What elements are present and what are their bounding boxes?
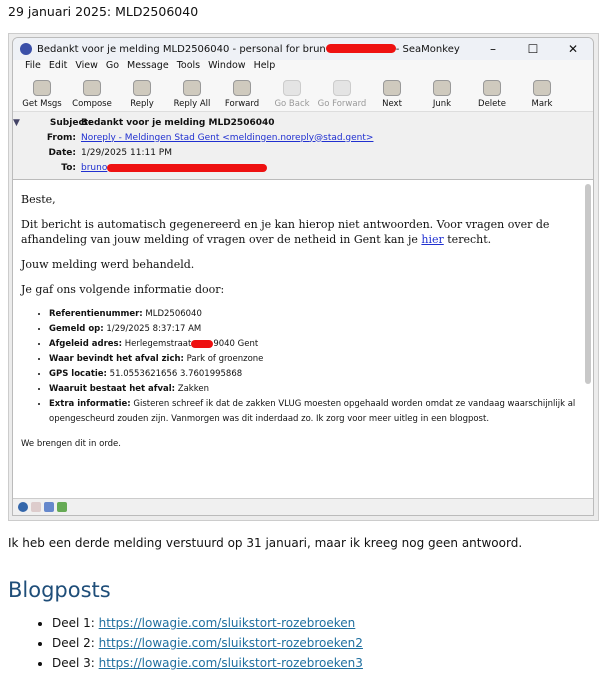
close-button[interactable]: ✕ — [553, 42, 593, 56]
mail-icon[interactable] — [31, 502, 41, 512]
navigator-icon[interactable] — [18, 502, 28, 512]
info-item: GPS locatie: 51.0553621656 3.7601995868 — [49, 367, 585, 382]
menu-tools[interactable]: Tools — [177, 60, 200, 75]
toolbar-reply-button[interactable]: Reply — [117, 80, 167, 111]
menu-help[interactable]: Help — [254, 60, 276, 75]
info-list: Referentienummer: MLD2506040Gemeld op: 1… — [49, 307, 585, 427]
toolbar: Get Msgs Compose Reply Reply All Forward Go B… — [13, 75, 593, 112]
info-item: Waar bevindt het afval zich: Park of gro… — [49, 352, 585, 367]
seamonkey-icon — [20, 43, 32, 55]
info-item: Afgeleid adres: Herlegemstraat9040 Gent — [49, 337, 585, 352]
toolbar-mark-button[interactable]: Mark — [517, 80, 567, 111]
menu-view[interactable]: View — [75, 60, 98, 75]
followup-text: Ik heb een derde melding verstuurd op 31… — [8, 536, 523, 550]
from-label: From: — [46, 132, 76, 143]
toolbar-junk-button[interactable]: Junk — [417, 80, 467, 111]
subject-label: ▼ Subject: — [13, 117, 92, 128]
from-link[interactable]: Noreply - Meldingen Stad Gent <meldingen… — [81, 133, 373, 143]
reply-icon — [133, 80, 151, 96]
forward-icon — [233, 80, 251, 96]
menu-edit[interactable]: Edit — [49, 60, 67, 75]
blogpost-item: Deel 1: https://lowagie.com/sluikstort-r… — [52, 613, 363, 633]
seamonkey-window: Bedankt voor je melding MLD2506040 - per… — [12, 37, 594, 516]
compose-icon — [83, 80, 101, 96]
message-body: Beste, Dit bericht is automatisch gegene… — [13, 180, 593, 498]
to-link[interactable]: bruno — [81, 163, 107, 173]
reply-all-icon — [183, 80, 201, 96]
toolbar-forward-button[interactable]: Forward — [217, 80, 267, 111]
redaction — [191, 339, 214, 348]
page-heading: 29 januari 2025: MLD2506040 — [8, 4, 199, 19]
addressbook-icon[interactable] — [57, 502, 67, 512]
hier-link[interactable]: hier — [421, 233, 443, 246]
menu-go[interactable]: Go — [106, 60, 119, 75]
date-label: Date: — [48, 147, 76, 158]
blogposts-heading: Blogposts — [8, 578, 111, 602]
menu-bar: File Edit View Go Message Tools Window H… — [13, 60, 593, 75]
blogpost-item: Deel 3: https://lowagie.com/sluikstort-r… — [52, 653, 363, 673]
blogpost-link[interactable]: https://lowagie.com/sluikstort-rozebroek… — [99, 636, 363, 650]
closing: We brengen dit in orde. — [21, 439, 121, 449]
status-paragraph: Jouw melding werd behandeld. — [21, 258, 195, 271]
get-msgs-icon — [33, 80, 51, 96]
info-item: Waaruit bestaat het afval: Zakken — [49, 382, 585, 397]
title-bar: Bedankt voor je melding MLD2506040 - per… — [13, 38, 593, 60]
status-bar — [13, 498, 593, 515]
menu-window[interactable]: Window — [208, 60, 245, 75]
toolbar-get-msgs-button[interactable]: Get Msgs — [17, 80, 67, 111]
redaction — [107, 163, 268, 172]
maximize-button[interactable]: ☐ — [513, 42, 553, 56]
toolbar-next-button[interactable]: Next — [367, 80, 417, 111]
go-back-icon — [283, 80, 301, 96]
toolbar-go-back-button[interactable]: Go Back — [267, 80, 317, 111]
redaction — [325, 44, 396, 53]
info-item: Gemeld op: 1/29/2025 8:37:17 AM — [49, 322, 585, 337]
menu-message[interactable]: Message — [127, 60, 169, 75]
greeting: Beste, — [21, 193, 56, 206]
toolbar-go-forward-button[interactable]: Go Forward — [317, 80, 367, 111]
toolbar-delete-button[interactable]: Delete — [467, 80, 517, 111]
to-label: To: — [61, 162, 76, 173]
composer-icon[interactable] — [44, 502, 54, 512]
go-forward-icon — [333, 80, 351, 96]
mark-icon — [533, 80, 551, 96]
next-icon — [383, 80, 401, 96]
info-item: Referentienummer: MLD2506040 — [49, 307, 585, 322]
blogpost-link[interactable]: https://lowagie.com/sluikstort-rozebroek… — [99, 656, 363, 670]
screenshot: Bedankt voor je melding MLD2506040 - per… — [8, 33, 599, 521]
info-item: Extra informatie: Gisteren schreef ik da… — [49, 397, 585, 427]
window-title: Bedankt voor je melding MLD2506040 - per… — [37, 43, 460, 55]
info-paragraph: Je gaf ons volgende informatie door: — [21, 283, 225, 296]
scrollbar[interactable] — [585, 184, 591, 384]
blogpost-item: Deel 2: https://lowagie.com/sluikstort-r… — [52, 633, 363, 653]
blogpost-link[interactable]: https://lowagie.com/sluikstort-rozebroek… — [99, 616, 356, 630]
intro-paragraph: Dit bericht is automatisch gegenereerd e… — [21, 218, 550, 246]
delete-icon — [483, 80, 501, 96]
subject-value: Bedankt voor je melding MLD2506040 — [81, 117, 275, 128]
junk-icon — [433, 80, 451, 96]
menu-file[interactable]: File — [25, 60, 41, 75]
toolbar-compose-button[interactable]: Compose — [67, 80, 117, 111]
minimize-button[interactable]: – — [473, 42, 513, 56]
toolbar-reply-all-button[interactable]: Reply All — [167, 80, 217, 111]
blogposts-list: Deel 1: https://lowagie.com/sluikstort-r… — [52, 613, 363, 673]
message-headers: ▼ Subject: Bedankt voor je melding MLD2506… — [13, 112, 593, 180]
date-value: 1/29/2025 11:11 PM — [81, 147, 172, 158]
